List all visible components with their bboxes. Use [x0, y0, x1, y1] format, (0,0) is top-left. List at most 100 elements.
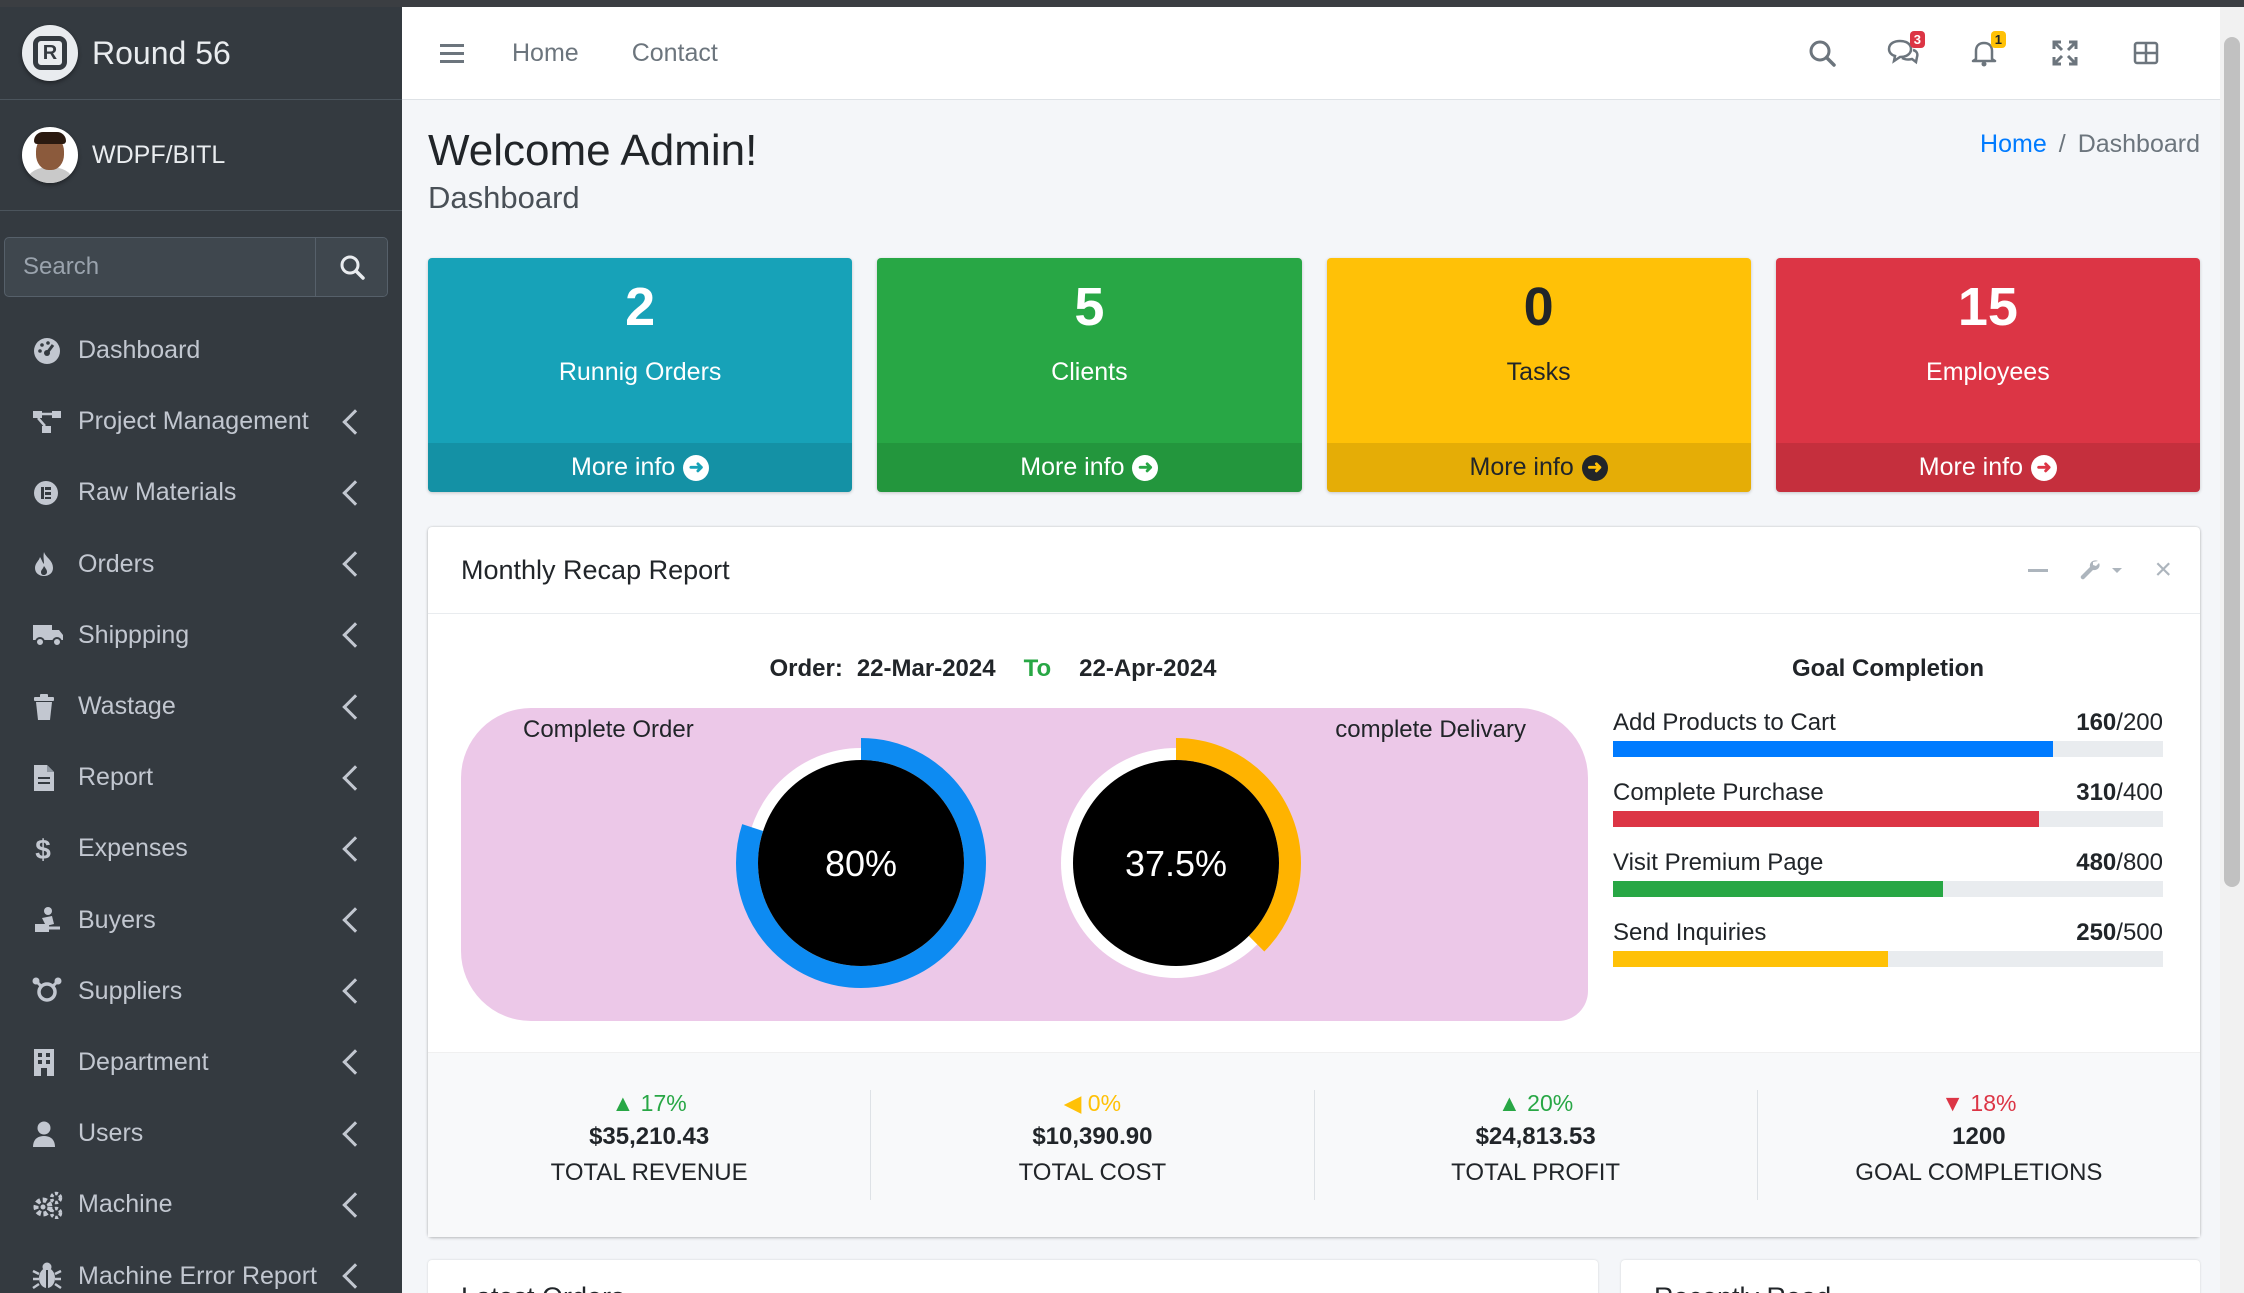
card-title: Recently Read — [1621, 1260, 2200, 1293]
wrench-dropdown-icon[interactable] — [2078, 557, 2124, 583]
amount: $35,210.43 — [589, 1123, 710, 1150]
dashboard-icon — [32, 336, 66, 366]
to-date: 22-Apr-2024 — [1079, 655, 1217, 682]
sidebar-item-label: Buyers — [78, 905, 156, 934]
stat-value: 15 — [1957, 277, 2018, 337]
brand-logo: R — [22, 25, 78, 81]
complete-delivery-label: complete Delivary — [1335, 716, 1526, 743]
page-subtitle: Dashboard — [428, 180, 580, 215]
sidebar-item-suppliers[interactable]: Suppliers — [0, 956, 402, 1027]
progress-label: Visit Premium Page — [1613, 849, 1824, 876]
description-block-cost: ◀ 0% $10,390.90 TOTAL COST — [871, 1090, 1315, 1200]
progress-label: Add Products to Cart — [1613, 709, 1836, 736]
sidebar-item-expenses[interactable]: $ Expenses — [0, 813, 402, 884]
fullscreen-button[interactable] — [2024, 40, 2105, 66]
user-name[interactable]: WDPF/BITL — [92, 141, 225, 170]
latest-orders-card: Latest Orders — [428, 1260, 1598, 1293]
user-panel[interactable]: WDPF/BITL — [0, 100, 402, 211]
more-info-label: More info — [1020, 453, 1125, 481]
caret-left-icon: ◀ — [1063, 1090, 1082, 1116]
sidebar-item-label: Machine — [78, 1190, 173, 1219]
nav-link-contact[interactable]: Contact — [632, 39, 718, 68]
more-info-label: More info — [1918, 453, 2023, 481]
building-icon — [32, 1047, 66, 1077]
sidebar-item-buyers[interactable]: Buyers — [0, 885, 402, 956]
progress-label: Complete Purchase — [1613, 779, 1824, 806]
sidebar-item-label: Expenses — [78, 834, 188, 863]
complete-order-label: Complete Order — [523, 716, 694, 743]
amount: $24,813.53 — [1475, 1123, 1596, 1150]
arrow-circle-right-icon: ➜ — [2030, 454, 2057, 481]
file-icon — [32, 763, 66, 793]
collapse-icon[interactable] — [2028, 568, 2049, 572]
caret-down-icon: ▼ — [1941, 1090, 1965, 1116]
chevron-left-icon — [342, 1120, 368, 1147]
more-info-link[interactable]: More info ➜ — [1775, 443, 2200, 492]
progress-fill — [1613, 881, 1943, 897]
card-footer: ▲ 17% $35,210.43 TOTAL REVENUE ◀ 0% $10,… — [428, 1052, 2200, 1237]
description-label: GOAL COMPLETIONS — [1855, 1159, 2103, 1186]
messages-button[interactable]: 3 — [1862, 31, 1943, 67]
control-sidebar-button[interactable] — [2105, 41, 2186, 65]
to-label: To — [1023, 655, 1052, 682]
material-icon — [32, 479, 66, 507]
sidebar-item-wastage[interactable]: Wastage — [0, 671, 402, 742]
arrow-circle-right-icon: ➜ — [683, 454, 710, 481]
sidebar-item-label: Raw Materials — [78, 478, 237, 507]
sidebar-search: Search — [4, 237, 388, 297]
sidebar-item-label: Orders — [78, 549, 155, 578]
chevron-left-icon — [342, 409, 368, 435]
sidebar: R Round 56 WDPF/BITL Search Dashboard Pro… — [0, 7, 402, 1293]
scrollbar-thumb[interactable] — [2224, 37, 2240, 887]
sidebar-nav: Dashboard Project Management Raw Materials… — [0, 315, 402, 1293]
brand-link[interactable]: R Round 56 — [0, 7, 402, 100]
sidebar-item-raw-materials[interactable]: Raw Materials — [0, 457, 402, 528]
trend-percentage: ▲ 17% — [428, 1090, 870, 1117]
complete-order-percent: 80% — [825, 843, 897, 884]
trend-percentage: ▼ 18% — [1758, 1090, 2200, 1117]
progress-fill — [1613, 951, 1888, 967]
stat-box-clients: 5 Clients More info ➜ — [877, 258, 1302, 492]
description-block-profit: ▲ 20% $24,813.53 TOTAL PROFIT — [1315, 1090, 1758, 1200]
progress-fill — [1613, 741, 2053, 757]
sidebar-item-label: Machine Error Report — [78, 1261, 317, 1290]
stat-box-employees: 15 Employees More info ➜ — [1775, 258, 2200, 492]
sidebar-item-machine[interactable]: Machine — [0, 1169, 402, 1240]
stat-label: Employees — [1926, 358, 2050, 386]
progress-label: Send Inquiries — [1613, 919, 1767, 946]
search-input[interactable]: Search — [5, 238, 315, 296]
nav-link-home[interactable]: Home — [512, 39, 579, 68]
sidebar-item-report[interactable]: Report — [0, 742, 402, 813]
navbar-search-button[interactable] — [1781, 39, 1862, 67]
sidebar-item-department[interactable]: Department — [0, 1027, 402, 1098]
project-diagram-icon — [32, 409, 66, 435]
bug-icon — [32, 1262, 66, 1290]
progress-bar — [1613, 951, 2163, 967]
truck-icon — [32, 622, 66, 648]
sidebar-item-project-management[interactable]: Project Management — [0, 386, 402, 457]
stat-value: 2 — [625, 277, 656, 337]
chevron-left-icon — [342, 622, 368, 649]
card-title: Monthly Recap Report — [461, 554, 730, 585]
search-icon — [340, 255, 365, 280]
more-info-link[interactable]: More info ➜ — [877, 443, 1302, 492]
sidebar-item-label: Department — [78, 1047, 209, 1076]
sidebar-item-users[interactable]: Users — [0, 1098, 402, 1169]
progress-count: 250/500 — [2076, 919, 2163, 946]
stat-label: Tasks — [1506, 358, 1571, 386]
stat-value: 0 — [1523, 277, 1554, 337]
page-scrollbar[interactable] — [2220, 7, 2244, 1293]
notifications-badge: 1 — [1990, 31, 2006, 48]
sidebar-item-machine-error-report[interactable]: Machine Error Report — [0, 1240, 402, 1293]
notifications-button[interactable]: 1 — [1943, 31, 2024, 67]
close-icon[interactable]: × — [2154, 553, 2172, 587]
sidebar-item-dashboard[interactable]: Dashboard — [0, 315, 402, 386]
more-info-link[interactable]: More info ➜ — [1326, 443, 1751, 492]
menu-toggle-icon[interactable] — [440, 39, 464, 68]
sidebar-item-shippping[interactable]: Shippping — [0, 600, 402, 671]
progress-fill — [1613, 811, 2040, 827]
more-info-link[interactable]: More info ➜ — [428, 443, 853, 492]
sidebar-item-orders[interactable]: Orders — [0, 529, 402, 600]
search-button[interactable] — [315, 238, 387, 296]
breadcrumb-home[interactable]: Home — [1980, 130, 2047, 158]
